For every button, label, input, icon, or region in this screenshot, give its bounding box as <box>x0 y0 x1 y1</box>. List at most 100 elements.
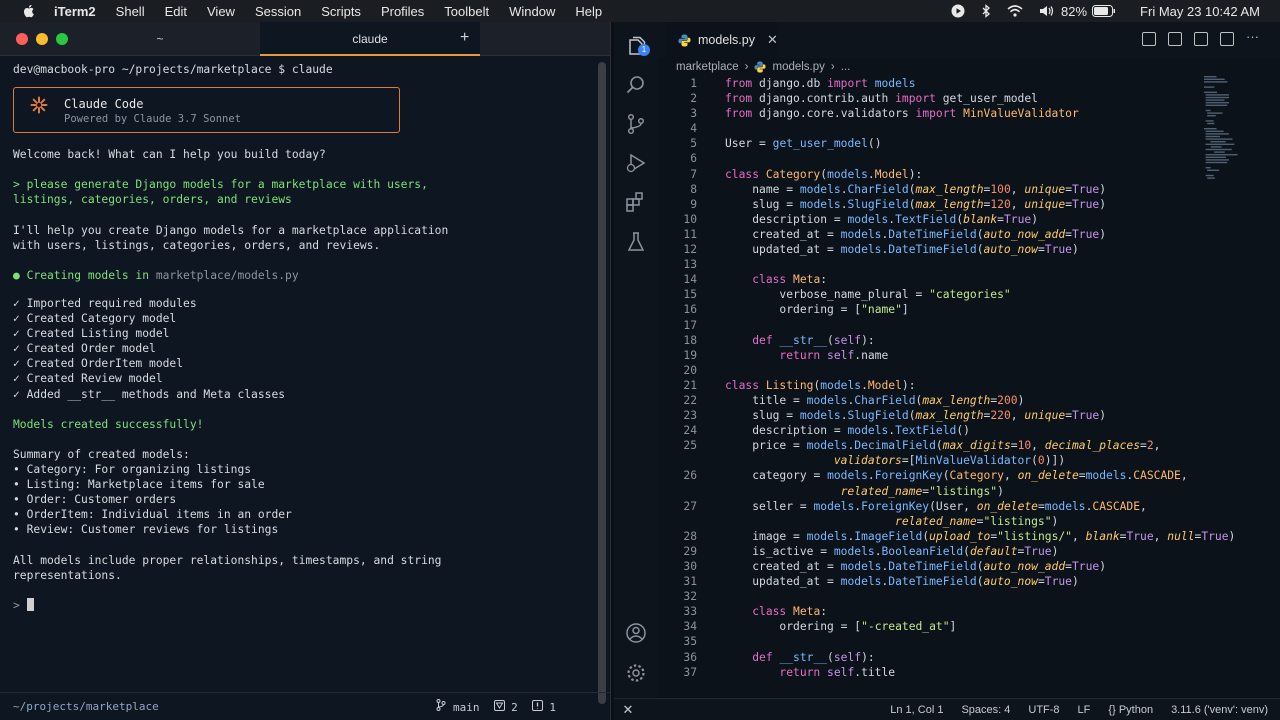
code-line[interactable]: 17 <box>658 318 1198 333</box>
menu-item[interactable]: Edit <box>165 4 187 19</box>
info-count[interactable]: 1 <box>531 699 556 714</box>
volume-icon[interactable] <box>1039 5 1055 17</box>
toggle-primary-sidebar-icon[interactable] <box>1142 32 1156 46</box>
language-mode[interactable]: {} Python <box>1108 704 1153 716</box>
run-debug-icon[interactable] <box>625 152 647 174</box>
code-line[interactable]: 11 created_at = models.DateTimeField(aut… <box>658 227 1198 242</box>
apple-logo-icon[interactable] <box>21 3 37 19</box>
code-line[interactable]: 30 created_at = models.DateTimeField(aut… <box>658 559 1198 574</box>
search-icon[interactable] <box>625 74 647 96</box>
breadcrumb-folder[interactable]: marketplace <box>676 61 739 73</box>
line-number: 7 <box>690 167 697 181</box>
toggle-panel-icon[interactable] <box>1168 32 1182 46</box>
code-editor[interactable]: 1 from django.db import models 2 from djang… <box>658 76 1235 696</box>
wifi-icon[interactable] <box>1007 5 1023 17</box>
code-line[interactable]: 37 return self.title <box>658 665 1198 680</box>
code-line[interactable]: 1 from django.db import models <box>658 76 1198 91</box>
code-line[interactable]: 6 <box>658 151 1198 166</box>
code-line[interactable]: 2 from django.contrib.auth import get_use… <box>658 91 1198 106</box>
account-icon[interactable] <box>625 622 647 644</box>
code-line[interactable]: 25 price = models.DecimalField(max_digit… <box>658 438 1198 453</box>
code-line[interactable]: 15 verbose_name_plural = "categories" <box>658 287 1198 302</box>
code-line[interactable]: 24 description = models.TextField() <box>658 423 1198 438</box>
code-line[interactable]: 28 image = models.ImageField(upload_to="… <box>658 529 1235 544</box>
code-line[interactable]: 22 title = models.CharField(max_length=2… <box>658 393 1198 408</box>
split-editor-icon[interactable] <box>1220 32 1234 46</box>
minimap-line <box>1205 99 1225 101</box>
code-line[interactable]: 9 slug = models.SlugField(max_length=120… <box>658 197 1198 212</box>
terminal-output[interactable]: dev@macbook-pro ~/projects/marketplace $… <box>13 62 593 613</box>
terminal-tab-home[interactable]: ~ <box>60 32 260 46</box>
menu-item[interactable]: Toolbelt <box>444 4 489 19</box>
menu-item[interactable]: Profiles <box>381 4 424 19</box>
menu-app-name[interactable]: iTerm2 <box>54 4 96 19</box>
code-line[interactable]: 8 name = models.CharField(max_length=100… <box>658 182 1198 197</box>
code-line[interactable]: 34 ordering = ["-created_at"] <box>658 619 1198 634</box>
battery-icon[interactable] <box>1092 5 1116 17</box>
code-line[interactable]: 5 User = get_user_model() <box>658 136 1198 151</box>
play-icon[interactable] <box>951 4 965 18</box>
new-tab-plus-icon[interactable]: + <box>460 29 469 47</box>
cursor-position[interactable]: Ln 1, Col 1 <box>890 704 943 716</box>
code-line[interactable]: 32 <box>658 589 1198 604</box>
git-branch-status[interactable]: main <box>436 699 480 714</box>
code-line[interactable]: 35 <box>658 634 1198 649</box>
minimap-line <box>1204 91 1218 93</box>
code-line[interactable]: 36 def __str__(self): <box>658 650 1198 665</box>
terminal-scrollbar[interactable] <box>598 62 606 704</box>
extensions-icon[interactable] <box>625 191 647 213</box>
testing-flask-icon[interactable] <box>625 231 647 253</box>
code-line[interactable]: 29 is_active = models.BooleanField(defau… <box>658 544 1198 559</box>
code-line[interactable]: 12 updated_at = models.DateTimeField(aut… <box>658 242 1198 257</box>
close-window-button[interactable] <box>16 32 28 45</box>
code-line[interactable]: 27 seller = models.ForeignKey(User, on_d… <box>658 499 1198 514</box>
breadcrumb-more[interactable]: ... <box>841 61 851 73</box>
python-interpreter[interactable]: 3.11.6 ('venv': venv) <box>1171 704 1268 716</box>
editor-tab-models-py[interactable]: models.py ✕ <box>666 22 778 58</box>
code-line[interactable]: 19 return self.name <box>658 348 1198 363</box>
indentation[interactable]: Spaces: 4 <box>961 704 1010 716</box>
code-line[interactable]: 4 <box>658 121 1198 136</box>
code-line[interactable]: 13 <box>658 257 1198 272</box>
code-line[interactable]: 7 class Category(models.Model): <box>658 167 1198 182</box>
code-line[interactable]: validators=[MinValueValidator(0)]) <box>658 453 1198 468</box>
code-line[interactable]: 33 class Meta: <box>658 604 1198 619</box>
code-line[interactable]: 14 class Meta: <box>658 272 1198 287</box>
code-line[interactable]: 3 from django.core.validators import MinV… <box>658 106 1198 121</box>
code-line[interactable]: 26 category = models.ForeignKey(Category… <box>658 468 1198 483</box>
code-line[interactable]: 21 class Listing(models.Model): <box>658 378 1198 393</box>
code-line[interactable]: 23 slug = models.SlugField(max_length=22… <box>658 408 1198 423</box>
code-line[interactable]: 16 ordering = ["name"] <box>658 302 1198 317</box>
code-line[interactable]: 18 def __str__(self): <box>658 333 1198 348</box>
code-line[interactable]: 20 <box>658 363 1198 378</box>
minimize-window-button[interactable] <box>36 32 48 45</box>
close-tab-icon[interactable]: ✕ <box>767 32 778 48</box>
code-line[interactable]: 31 updated_at = models.DateTimeField(aut… <box>658 574 1198 589</box>
encoding[interactable]: UTF-8 <box>1028 704 1059 716</box>
bluetooth-icon[interactable] <box>981 4 991 18</box>
input-line[interactable]: > <box>13 597 593 613</box>
menu-item[interactable]: Session <box>255 4 301 19</box>
menu-item[interactable]: Window <box>509 4 555 19</box>
more-actions-icon[interactable]: ··· <box>1246 30 1260 46</box>
end-of-line[interactable]: LF <box>1078 704 1091 716</box>
shell-prompt-line: dev@macbook-pro ~/projects/marketplace $… <box>13 63 333 76</box>
terminal-tab-claude[interactable]: claude <box>260 22 480 56</box>
remote-indicator-icon[interactable]: ✕ <box>614 702 642 718</box>
source-control-icon[interactable] <box>625 113 647 135</box>
menu-item[interactable]: Help <box>575 4 602 19</box>
code-line[interactable]: related_name="listings") <box>658 514 1198 529</box>
breadcrumb-file[interactable]: models.py <box>772 61 824 73</box>
menu-item[interactable]: Shell <box>116 4 145 19</box>
menu-item[interactable]: View <box>207 4 235 19</box>
menubar-clock[interactable]: Fri May 23 10:42 AM <box>1140 4 1260 19</box>
line-number: 2 <box>690 92 697 106</box>
settings-gear-icon[interactable] <box>625 662 647 684</box>
line-number: 6 <box>690 152 697 166</box>
toggle-bottom-panel-icon[interactable] <box>1194 32 1208 46</box>
menu-item[interactable]: Scripts <box>321 4 361 19</box>
code-line[interactable]: 10 description = models.TextField(blank=… <box>658 212 1198 227</box>
minimap[interactable] <box>1202 74 1248 194</box>
warning-count[interactable]: 2 <box>493 699 518 714</box>
code-line[interactable]: related_name="listings") <box>658 484 1198 499</box>
